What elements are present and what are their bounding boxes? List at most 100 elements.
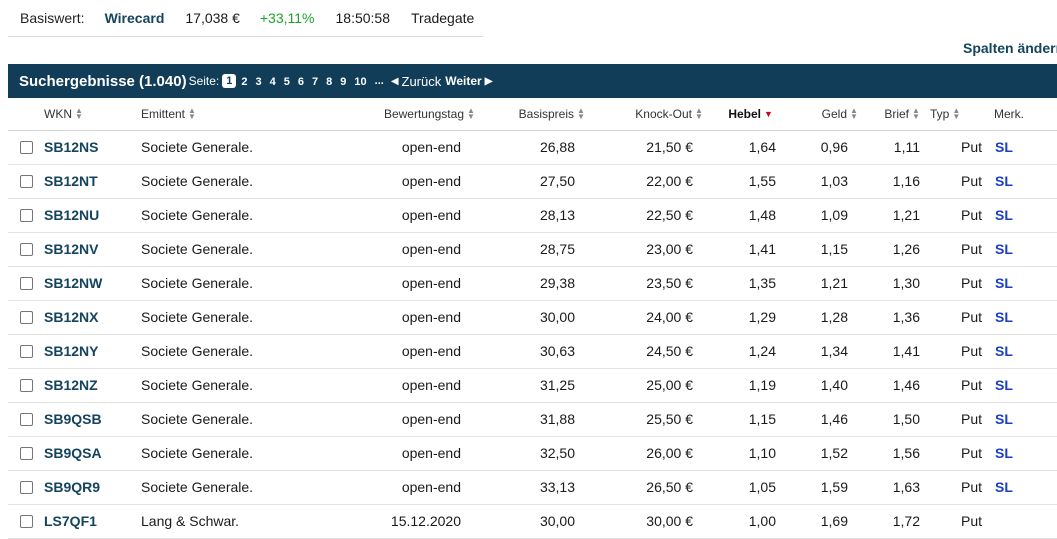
wkn-link[interactable]: SB12NZ (44, 377, 98, 393)
table-row: SB12NU Societe Generale. open-end 28,13 22,5… (8, 199, 1057, 233)
page-link[interactable]: 8 (322, 76, 336, 88)
stoploss-link[interactable]: SL (995, 377, 1013, 393)
row-checkbox[interactable] (20, 379, 33, 392)
wkn-link[interactable]: SB9QR9 (44, 479, 100, 495)
emittent-cell: Societe Generale. (141, 139, 254, 155)
basispreis-cell: 26,88 (539, 139, 575, 155)
page-current[interactable]: 1 (222, 74, 237, 88)
change-columns-link[interactable]: Spalten ändern (963, 40, 1057, 56)
column-header-hebel[interactable]: Hebel ▼ (728, 107, 773, 121)
row-checkbox[interactable] (20, 141, 33, 154)
triangle-left-icon: ◀ (390, 75, 399, 87)
typ-cell: Put (961, 139, 983, 155)
underlying-name-link[interactable]: Wirecard (105, 10, 165, 26)
row-checkbox[interactable] (20, 175, 33, 188)
page-link[interactable]: 4 (266, 76, 280, 88)
brief-cell: 1,50 (892, 411, 920, 427)
stoploss-link[interactable]: SL (995, 411, 1013, 427)
wkn-link[interactable]: SB12NW (44, 275, 102, 291)
row-checkbox[interactable] (20, 447, 33, 460)
row-checkbox[interactable] (20, 243, 33, 256)
table-header: WKN ▲ ▼ Emittent ▲ ▼ Bewertungstag ▲ ▼ Basi… (8, 98, 1057, 131)
stoploss-link[interactable]: SL (995, 309, 1013, 325)
hebel-cell: 1,19 (748, 377, 776, 393)
stoploss-link[interactable]: SL (995, 207, 1013, 223)
column-header-typ[interactable]: Typ ▲ ▼ (930, 106, 961, 122)
page-link[interactable]: 2 (237, 76, 251, 88)
wkn-link[interactable]: SB9QSB (44, 411, 102, 427)
row-checkbox[interactable] (20, 413, 33, 426)
page-link[interactable]: 6 (294, 76, 308, 88)
stoploss-link[interactable]: SL (995, 343, 1013, 359)
row-checkbox[interactable] (20, 515, 33, 528)
sort-icon: ▲ ▼ (952, 106, 961, 121)
table-body: SB12NS Societe Generale. open-end 26,88 21,5… (8, 131, 1057, 539)
column-header-brief[interactable]: Brief ▲ ▼ (884, 107, 920, 122)
brief-cell: 1,46 (892, 377, 920, 393)
results-table: WKN ▲ ▼ Emittent ▲ ▼ Bewertungstag ▲ ▼ Basi… (8, 98, 1057, 539)
row-checkbox[interactable] (20, 345, 33, 358)
row-checkbox[interactable] (20, 311, 33, 324)
geld-cell: 1,15 (820, 241, 848, 257)
basispreis-cell: 28,75 (539, 241, 575, 257)
stoploss-link[interactable]: SL (995, 275, 1013, 291)
geld-cell: 1,21 (820, 275, 848, 291)
wkn-link[interactable]: SB12NX (44, 309, 98, 325)
column-header-emittent[interactable]: Emittent ▲ ▼ (141, 107, 196, 122)
column-header-bewertungstag[interactable]: Bewertungstag ▲ ▼ (384, 106, 475, 122)
wkn-link[interactable]: SB12NY (44, 343, 98, 359)
table-row: SB9QR9 Societe Generale. open-end 33,13 26,5… (8, 471, 1057, 505)
page-link[interactable]: 7 (308, 76, 322, 88)
column-header-wkn[interactable]: WKN ▲ ▼ (44, 107, 83, 122)
brief-cell: 1,16 (892, 173, 920, 189)
sort-icon: ▲ ▼ (850, 106, 858, 121)
column-label: Knock-Out (635, 107, 692, 121)
column-label: Emittent (141, 107, 186, 121)
basispreis-cell: 30,63 (539, 343, 575, 359)
wkn-link[interactable]: SB12NV (44, 241, 98, 257)
wkn-link[interactable]: SB12NS (44, 139, 98, 155)
pagination-ellipsis: ... (374, 75, 384, 87)
page-link[interactable]: 10 (350, 76, 370, 88)
page-link[interactable]: 5 (280, 76, 294, 88)
geld-cell: 1,40 (820, 377, 848, 393)
stoploss-link[interactable]: SL (995, 479, 1013, 495)
hebel-cell: 1,05 (748, 479, 776, 495)
typ-cell: Put (961, 513, 983, 529)
sort-icon: ▲ ▼ (467, 106, 475, 121)
row-checkbox[interactable] (20, 209, 33, 222)
page-link[interactable]: 9 (336, 76, 350, 88)
stoploss-link[interactable]: SL (995, 173, 1013, 189)
wkn-link[interactable]: SB12NT (44, 173, 98, 189)
emittent-cell: Societe Generale. (141, 377, 254, 393)
prev-page-button[interactable]: ◀ Zurück (388, 74, 441, 89)
wkn-link[interactable]: SB9QSA (44, 445, 102, 461)
brief-cell: 1,56 (892, 445, 920, 461)
stoploss-link[interactable]: SL (995, 241, 1013, 257)
row-checkbox[interactable] (20, 277, 33, 290)
emittent-cell: Societe Generale. (141, 173, 254, 189)
page-link[interactable]: 3 (252, 76, 266, 88)
wkn-link[interactable]: SB12NU (44, 207, 99, 223)
geld-cell: 0,96 (820, 139, 848, 155)
stoploss-link[interactable]: SL (995, 445, 1013, 461)
knockout-cell: 23,50 € (646, 275, 693, 291)
emittent-cell: Societe Generale. (141, 411, 254, 427)
wkn-link[interactable]: LS7QF1 (44, 513, 97, 529)
column-header-geld[interactable]: Geld ▲ ▼ (822, 106, 858, 122)
row-checkbox[interactable] (20, 481, 33, 494)
bewertungstag-cell: open-end (401, 309, 461, 325)
bewertungstag-cell: open-end (401, 173, 461, 189)
knockout-cell: 25,50 € (646, 411, 693, 427)
basispreis-cell: 31,88 (539, 411, 575, 427)
column-header-basispreis[interactable]: Basispreis ▲ ▼ (519, 107, 585, 122)
knockout-cell: 22,50 € (646, 207, 693, 223)
triangle-right-icon: ▶ (484, 75, 493, 87)
column-header-knockout[interactable]: Knock-Out ▲ ▼ (635, 107, 703, 122)
stoploss-link[interactable]: SL (995, 139, 1013, 155)
geld-cell: 1,52 (820, 445, 848, 461)
column-label: WKN (44, 107, 72, 121)
next-page-button[interactable]: Weiter ▶ (445, 74, 495, 88)
typ-cell: Put (961, 241, 983, 257)
bewertungstag-cell: open-end (401, 275, 461, 291)
